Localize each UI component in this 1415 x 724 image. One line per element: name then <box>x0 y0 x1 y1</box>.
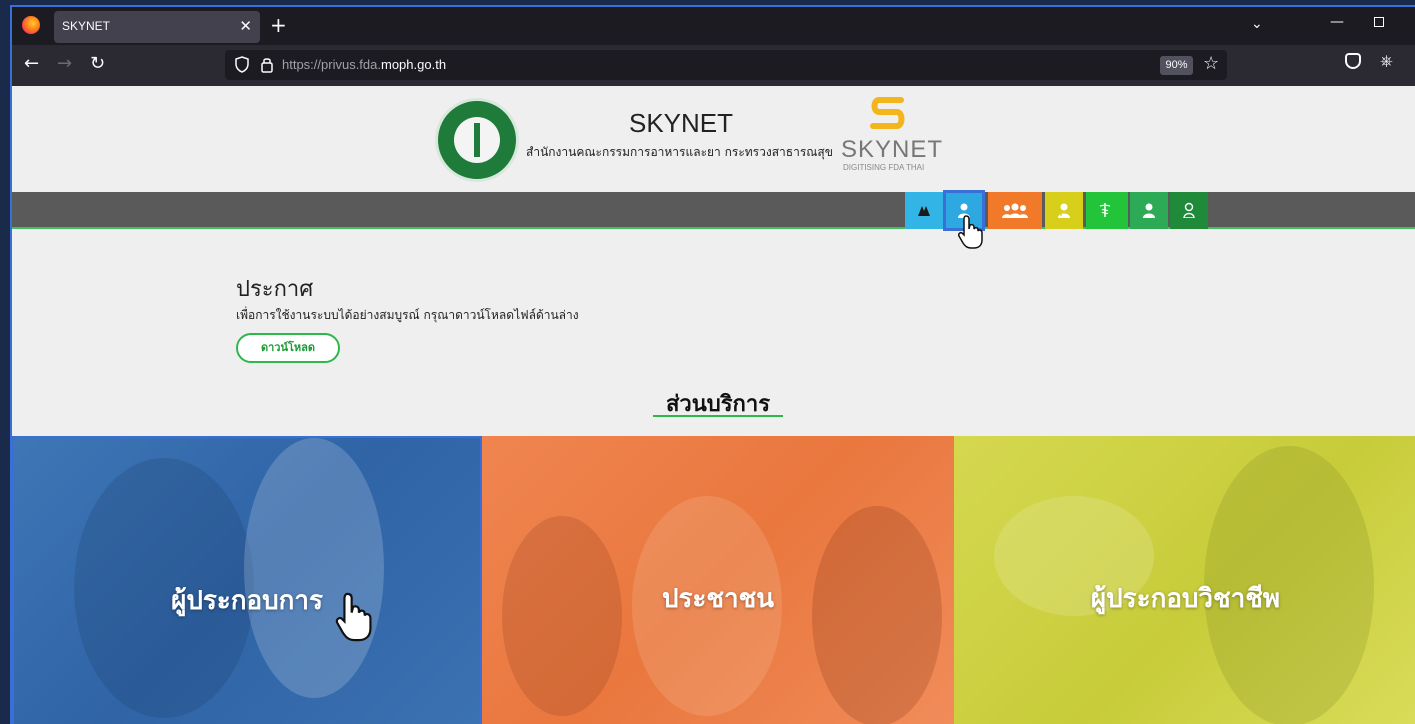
announcement-text: เพื่อการใช้งานระบบได้อย่างสมบูรณ์ กรุณาด… <box>236 308 579 322</box>
forward-icon[interactable]: → <box>57 54 72 74</box>
bookmark-star-icon[interactable]: ☆ <box>1203 53 1219 74</box>
lock-icon[interactable] <box>260 56 274 73</box>
service-tile-label: ผู้ประกอบวิชาชีพ <box>1090 584 1281 614</box>
browser-window: SKYNET ✕ + ⌄ — ← → ↻ https://privus.fda.… <box>10 5 1415 724</box>
download-button[interactable]: ดาวน์โหลด <box>236 333 340 363</box>
caduceus-icon <box>1099 203 1111 217</box>
service-tile-entrepreneur[interactable]: ผู้ประกอบการ <box>12 436 482 724</box>
tracking-shield-icon[interactable] <box>235 56 249 73</box>
menu-admin-button[interactable] <box>1170 192 1208 229</box>
menu-fda-button[interactable] <box>905 192 943 229</box>
admin-icon <box>1183 202 1195 218</box>
menu-public-button[interactable] <box>988 192 1042 229</box>
minimize-icon[interactable]: — <box>1330 14 1344 30</box>
menu-health-button[interactable] <box>1086 192 1128 229</box>
skynet-s-logo-icon <box>870 97 905 129</box>
browser-tab[interactable]: SKYNET ✕ <box>54 11 260 43</box>
page-content: SKYNET สำนักงานคณะกรรมการอาหารและยา กระท… <box>12 86 1415 724</box>
tab-close-icon[interactable]: ✕ <box>239 17 252 35</box>
announcement-title: ประกาศ <box>236 277 314 302</box>
pocket-icon[interactable] <box>1345 53 1361 69</box>
address-bar[interactable]: https://privus.fda.moph.go.th 90% ☆ <box>225 50 1227 80</box>
firefox-icon <box>22 16 40 34</box>
skynet-logo-tagline: DIGITISING FDA THAI <box>843 163 925 172</box>
hand-cursor-icon <box>958 215 983 249</box>
menu-officer-button[interactable] <box>1130 192 1168 229</box>
tab-title: SKYNET <box>62 19 111 33</box>
service-tile-label: ประชาชน <box>661 584 775 614</box>
officer-icon <box>1143 203 1155 218</box>
service-tile-label: ผู้ประกอบการ <box>171 586 323 616</box>
service-tiles: ผู้ประกอบการ ประชาชน ผู้ประกอบวิชาชีพ <box>12 436 1415 724</box>
tab-bar: SKYNET ✕ + ⌄ — <box>12 7 1415 45</box>
zoom-level-badge[interactable]: 90% <box>1160 56 1193 75</box>
extensions-icon[interactable]: ⎈ <box>1380 51 1393 71</box>
role-menu-bar <box>12 190 1415 231</box>
reload-icon[interactable]: ↻ <box>90 54 105 74</box>
restore-icon[interactable] <box>1374 17 1384 27</box>
site-title: SKYNET <box>629 108 734 138</box>
doctor-icon <box>1058 203 1070 218</box>
menu-professional-button[interactable] <box>1045 192 1083 229</box>
site-subtitle: สำนักงานคณะกรรมการอาหารและยา กระทรวงสาธา… <box>526 145 833 159</box>
service-tile-public[interactable]: ประชาชน <box>482 436 954 724</box>
ministry-seal-logo <box>435 98 519 182</box>
service-tile-professional[interactable]: ผู้ประกอบวิชาชีพ <box>954 436 1415 724</box>
navigation-bar: ← → ↻ https://privus.fda.moph.go.th 90% … <box>12 45 1415 86</box>
new-tab-icon[interactable]: + <box>270 14 287 36</box>
fda-logo-icon <box>918 206 930 216</box>
people-group-icon <box>1002 203 1028 218</box>
skynet-logo-text: SKYNET <box>841 136 944 163</box>
tab-list-chevron-icon[interactable]: ⌄ <box>1251 16 1263 32</box>
services-heading-underline <box>653 415 783 417</box>
url-text: https://privus.fda.moph.go.th <box>282 57 447 72</box>
back-icon[interactable]: ← <box>24 54 39 74</box>
hand-cursor-icon <box>335 592 372 642</box>
